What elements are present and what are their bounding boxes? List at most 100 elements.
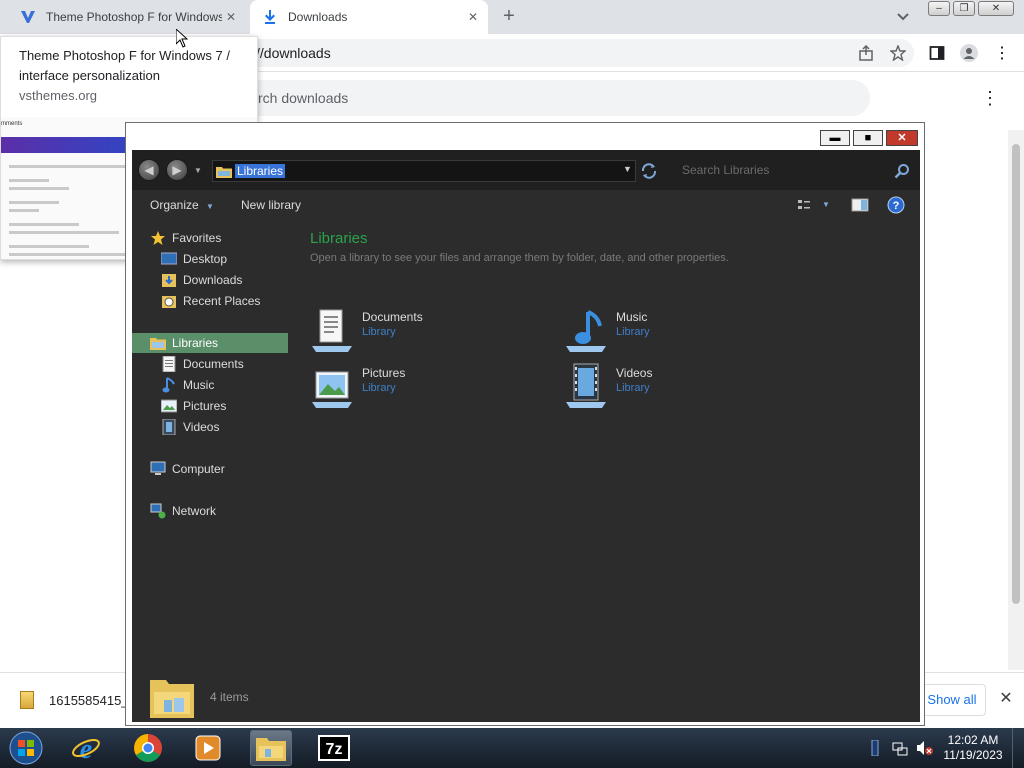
library-item-pictures[interactable]: Pictures Library	[308, 362, 528, 412]
scrollbar-thumb[interactable]	[1012, 144, 1020, 604]
address-bar[interactable]	[240, 39, 914, 67]
7zip-icon[interactable]: 7z	[312, 730, 356, 766]
address-text[interactable]: Libraries	[235, 164, 286, 178]
forward-arrow-icon[interactable]: ▶	[166, 159, 188, 181]
internet-explorer-icon[interactable]: e	[64, 730, 108, 766]
nav-item-network[interactable]: Network	[150, 501, 216, 521]
preview-line	[9, 253, 129, 256]
share-icon[interactable]	[857, 44, 875, 62]
new-tab-button[interactable]: +	[499, 6, 519, 26]
libraries-folder-large-icon	[148, 674, 196, 720]
explorer-maximize-button[interactable]: ■	[853, 130, 883, 146]
help-icon[interactable]: ?	[887, 196, 905, 214]
details-pane: 4 items	[132, 662, 920, 722]
explorer-close-button[interactable]: ✕	[886, 130, 918, 146]
system-clock[interactable]: 12:02 AM 11/19/2023	[940, 733, 1006, 763]
download-filename[interactable]: 1615585415_	[49, 693, 129, 708]
taskbar: e 7z 12:02 AM 11/19/2023	[0, 728, 1024, 768]
library-item-music[interactable]: Music Library	[562, 306, 782, 356]
nav-label: Network	[172, 504, 217, 518]
bookmark-star-icon[interactable]	[889, 44, 907, 62]
nav-item-music[interactable]: Music	[161, 375, 214, 395]
clock-date: 11/19/2023	[943, 748, 1003, 762]
nav-item-favorites[interactable]: Favorites	[150, 228, 221, 248]
page-scrollbar[interactable]	[1008, 130, 1024, 670]
chevron-down-icon[interactable]	[896, 9, 914, 25]
nav-item-recent-places[interactable]: Recent Places	[161, 291, 260, 311]
nav-item-downloads[interactable]: Downloads	[161, 270, 242, 290]
preview-line	[9, 165, 129, 168]
new-library-button[interactable]: New library	[241, 198, 301, 212]
svg-text:7z: 7z	[326, 741, 343, 758]
volume-muted-icon[interactable]	[916, 740, 934, 756]
organize-button[interactable]: Organize ▼	[150, 198, 214, 212]
organize-label: Organize	[150, 198, 199, 212]
media-player-icon[interactable]	[186, 730, 230, 766]
downloads-more-icon[interactable]: ⋮	[980, 88, 1000, 108]
tab-downloads[interactable]: Downloads ✕	[250, 0, 488, 34]
recent-pages-dropdown-icon[interactable]: ▼	[194, 166, 202, 175]
libraries-folder-icon	[216, 165, 232, 178]
address-dropdown-icon[interactable]: ▼	[623, 164, 632, 174]
preview-line	[9, 201, 59, 204]
search-placeholder: Search Libraries	[682, 163, 770, 177]
view-options-icon[interactable]	[796, 196, 814, 214]
nav-item-documents[interactable]: Documents	[161, 354, 244, 374]
nav-item-desktop[interactable]: Desktop	[161, 249, 227, 269]
start-orb-icon[interactable]	[4, 730, 48, 766]
library-type: Library	[616, 382, 650, 394]
file-explorer-icon[interactable]	[250, 730, 292, 766]
tab-strip: Theme Photoshop F for Windows 7 / interf…	[0, 0, 1024, 34]
explorer-window: ▬ ■ ✕ ◀ ▶ ▼ Libraries ▼ Search Libraries	[125, 122, 925, 726]
library-item-documents[interactable]: Documents Library	[308, 306, 528, 356]
explorer-minimize-button[interactable]: ▬	[820, 130, 850, 146]
network-tray-icon[interactable]	[892, 740, 908, 756]
nav-item-computer[interactable]: Computer	[150, 459, 225, 479]
downloads-search-field[interactable]: rch downloads	[240, 80, 870, 116]
view-dropdown-icon[interactable]: ▼	[822, 200, 830, 209]
downloads-search-placeholder: rch downloads	[258, 90, 349, 106]
nav-label: Recent Places	[183, 294, 261, 308]
mouse-cursor-icon	[175, 27, 189, 49]
browser-minimize-button[interactable]: –	[928, 1, 950, 16]
star-icon	[150, 230, 166, 246]
usb-device-icon[interactable]	[870, 739, 884, 757]
preview-line	[9, 231, 119, 234]
tab-vsthemes[interactable]: Theme Photoshop F for Windows 7 / interf…	[8, 0, 246, 34]
downloads-folder-icon	[161, 272, 177, 288]
show-desktop-button[interactable]	[1012, 728, 1024, 768]
browser-close-button[interactable]: ✕	[978, 1, 1014, 16]
hover-card-title: Theme Photoshop F for Windows 7 / interf…	[19, 48, 230, 83]
profile-avatar-icon[interactable]	[960, 44, 978, 62]
browser-restore-button[interactable]: ❐	[953, 1, 975, 16]
browser-menu-icon[interactable]: ⋮	[993, 44, 1011, 62]
side-panel-icon[interactable]	[928, 44, 946, 62]
tab-close-icon[interactable]: ✕	[464, 10, 482, 24]
preview-line	[9, 187, 69, 190]
nav-item-videos[interactable]: Videos	[161, 417, 219, 437]
preview-pane-icon[interactable]	[851, 196, 869, 214]
close-shelf-icon[interactable]: ✕	[996, 689, 1016, 709]
back-arrow-icon[interactable]: ◀	[138, 159, 160, 181]
tab-close-icon[interactable]: ✕	[222, 10, 240, 24]
tab-label: Theme Photoshop F for Windows 7 / interf…	[46, 10, 222, 24]
videos-library-icon	[562, 362, 610, 410]
nav-label: Videos	[183, 420, 220, 434]
show-all-button[interactable]: Show all	[918, 684, 986, 716]
address-bar[interactable]: Libraries ▼	[212, 160, 636, 182]
nav-item-pictures[interactable]: Pictures	[161, 396, 226, 416]
library-item-videos[interactable]: Videos Library	[562, 362, 782, 412]
documents-library-icon	[308, 306, 356, 354]
explorer-command-bar: Organize ▼ New library ▼ ?	[132, 190, 920, 220]
library-type: Library	[616, 326, 650, 338]
nav-label: Computer	[172, 462, 225, 476]
refresh-icon[interactable]	[640, 162, 658, 180]
nav-item-libraries[interactable]: Libraries	[132, 333, 288, 353]
nav-label: Documents	[183, 357, 244, 371]
chrome-icon[interactable]	[126, 730, 170, 766]
vsthemes-logo-icon	[20, 9, 36, 25]
search-libraries-field[interactable]: Search Libraries	[672, 160, 916, 182]
nav-label: Pictures	[183, 399, 227, 413]
address-text[interactable]: //downloads	[256, 45, 331, 61]
search-icon[interactable]	[894, 163, 910, 179]
